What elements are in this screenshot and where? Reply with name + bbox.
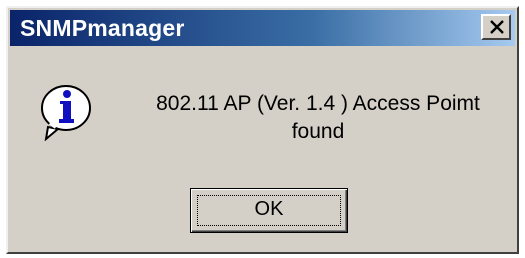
info-icon — [41, 85, 91, 141]
message-dialog: SNMPmanager 802.11 AP (Ver. 1.4 ) Access… — [6, 6, 519, 254]
ok-button[interactable]: OK — [190, 188, 348, 233]
close-icon — [490, 20, 504, 34]
message-line-2: found — [291, 120, 345, 143]
message-text: 802.11 AP (Ver. 1.4 ) Access Poimt found — [128, 90, 508, 146]
close-button[interactable] — [481, 14, 511, 40]
ok-button-label: OK — [254, 198, 284, 220]
window-title: SNMPmanager — [20, 15, 185, 41]
title-bar[interactable]: SNMPmanager — [10, 10, 515, 46]
message-line-1: 802.11 AP (Ver. 1.4 ) Access Poimt — [156, 92, 480, 115]
